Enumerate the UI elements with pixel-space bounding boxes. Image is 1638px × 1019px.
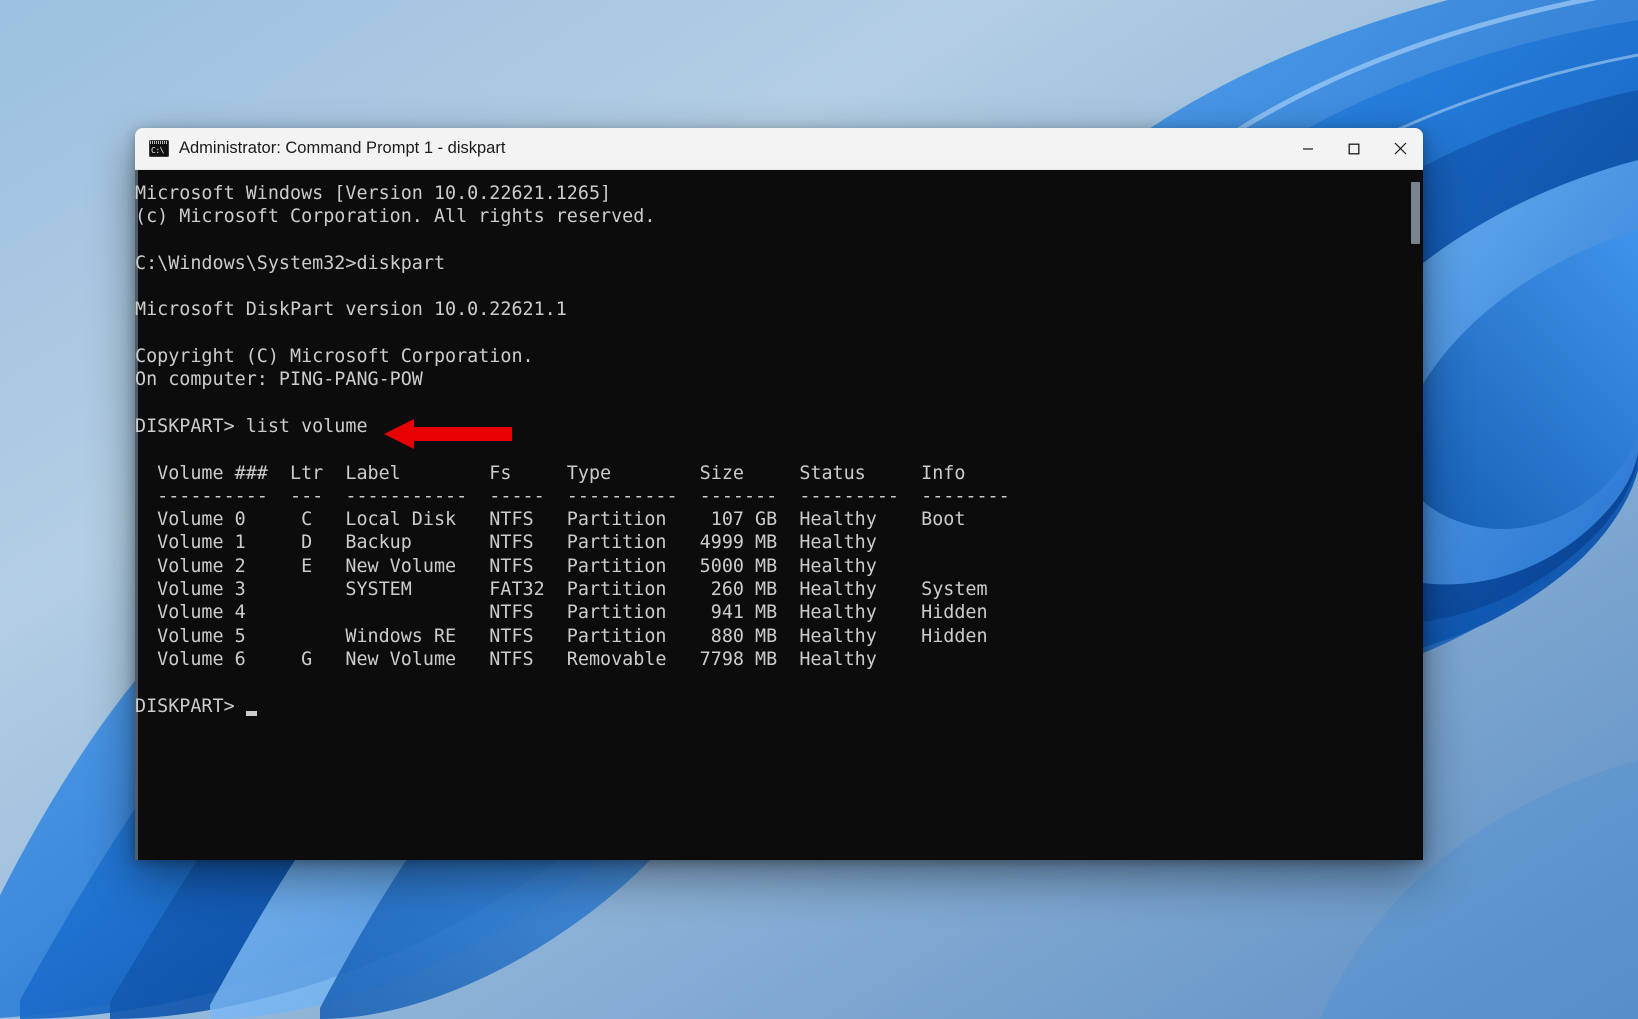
window-controls[interactable] [1285,128,1423,169]
console-line: Volume ### Ltr Label Fs Type Size Status… [135,462,1010,485]
console-line [135,322,1010,345]
titlebar-left-group: C:\ Administrator: Command Prompt 1 - di… [135,139,505,158]
minimize-icon [1302,143,1314,155]
console-line: (c) Microsoft Corporation. All rights re… [135,205,1010,228]
console-line: ---------- --- ----------- ----- -------… [135,485,1010,508]
console-line [135,671,1010,694]
console-line: DISKPART> [135,695,1010,718]
console-line: Volume 2 E New Volume NTFS Partition 500… [135,555,1010,578]
console-line [135,392,1010,415]
close-icon [1394,142,1407,155]
console-line: Volume 5 Windows RE NTFS Partition 880 M… [135,625,1010,648]
console-line: Volume 0 C Local Disk NTFS Partition 107… [135,508,1010,531]
console-text: Microsoft Windows [Version 10.0.22621.12… [135,170,1010,718]
minimize-button[interactable] [1285,128,1331,169]
console-line: Microsoft DiskPart version 10.0.22621.1 [135,298,1010,321]
command-prompt-icon-text: C:\ [149,147,164,157]
console-line: Microsoft Windows [Version 10.0.22621.12… [135,182,1010,205]
console-line: Volume 1 D Backup NTFS Partition 4999 MB… [135,531,1010,554]
maximize-icon [1348,143,1360,155]
console-line: Volume 3 SYSTEM FAT32 Partition 260 MB H… [135,578,1010,601]
window-title: Administrator: Command Prompt 1 - diskpa… [179,139,505,158]
console-output-area[interactable]: Microsoft Windows [Version 10.0.22621.12… [135,170,1423,860]
console-line: Copyright (C) Microsoft Corporation. [135,345,1010,368]
window-titlebar[interactable]: C:\ Administrator: Command Prompt 1 - di… [135,128,1423,170]
console-line: Volume 4 NTFS Partition 941 MB Healthy H… [135,601,1010,624]
scrollbar-thumb[interactable] [1411,182,1420,244]
console-line [135,229,1010,252]
console-line [135,275,1010,298]
console-line: C:\Windows\System32>diskpart [135,252,1010,275]
command-prompt-window[interactable]: C:\ Administrator: Command Prompt 1 - di… [135,128,1423,859]
console-line [135,438,1010,461]
console-line: DISKPART> list volume [135,415,1010,438]
maximize-button[interactable] [1331,128,1377,169]
console-line: On computer: PING-PANG-POW [135,368,1010,391]
command-prompt-icon: C:\ [149,140,169,157]
text-cursor [246,711,257,716]
console-line: Volume 6 G New Volume NTFS Removable 779… [135,648,1010,671]
close-button[interactable] [1377,128,1423,169]
console-scrollbar[interactable] [1407,170,1423,860]
